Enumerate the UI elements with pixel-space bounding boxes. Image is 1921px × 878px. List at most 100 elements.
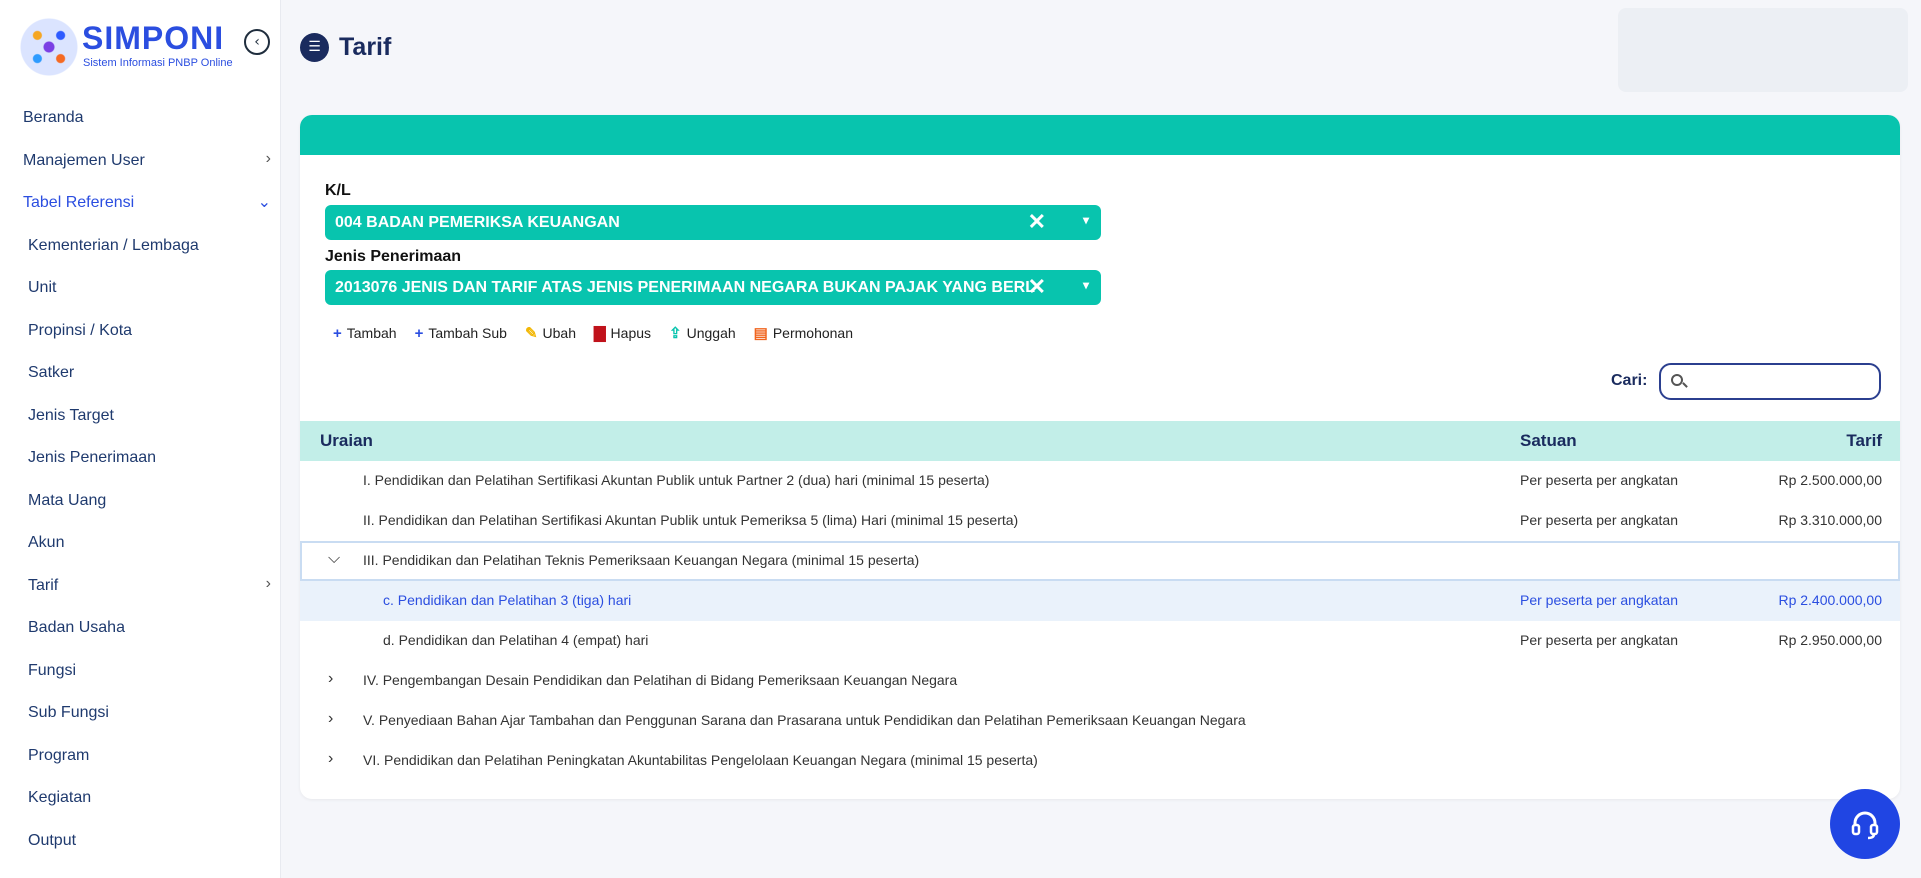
sidebar-item-beranda[interactable]: Beranda bbox=[0, 97, 280, 140]
list-icon: ☰ bbox=[300, 32, 329, 62]
tarif-card: K/L 004 BADAN PEMERIKSA KEUANGAN ✕ ▾ Jen… bbox=[300, 115, 1900, 799]
collapse-sidebar-icon[interactable]: ‹ bbox=[244, 29, 270, 55]
sidebar-item-mata-uang[interactable]: Mata Uang bbox=[0, 480, 280, 523]
sidebar-item-fungsi[interactable]: Fungsi bbox=[0, 650, 280, 693]
sidebar-item-akun[interactable]: Akun bbox=[0, 522, 280, 565]
chevron-down-icon[interactable]: ▾ bbox=[1083, 213, 1089, 227]
sidebar-item-label: Beranda bbox=[23, 109, 84, 127]
column-header-tarif: Tarif bbox=[1846, 431, 1882, 450]
upload-icon: ⇪ bbox=[669, 325, 682, 342]
sidebar-item-label: Satker bbox=[28, 364, 75, 382]
sidebar-nav: Beranda Manajemen User › Tabel Referensi ⌄… bbox=[0, 97, 280, 863]
chevron-right-icon: › bbox=[265, 574, 271, 592]
plus-icon: + bbox=[414, 324, 424, 342]
headset-icon bbox=[1851, 811, 1879, 840]
sidebar-item-badan-usaha[interactable]: Badan Usaha bbox=[0, 607, 280, 650]
chevron-right-icon: › bbox=[265, 149, 271, 167]
sidebar-item-label: Tarif bbox=[28, 576, 59, 594]
table-row-expanded[interactable]: ⌵ III. Pendidikan dan Pelatihan Teknis P… bbox=[300, 541, 1900, 581]
sidebar-item-label: Manajemen User bbox=[23, 151, 145, 169]
sidebar-item-label: Propinsi / Kota bbox=[28, 321, 133, 339]
table-row[interactable]: d. Pendidikan dan Pelatihan 4 (empat) ha… bbox=[300, 621, 1900, 661]
jenis-penerimaan-select-value: 2013076 JENIS DAN TARIF ATAS JENIS PENER… bbox=[335, 278, 1035, 296]
sidebar-item-satker[interactable]: Satker bbox=[0, 352, 280, 395]
row-tarif: Rp 2.400.000,00 bbox=[1778, 592, 1882, 608]
sidebar-item-kegiatan[interactable]: Kegiatan bbox=[0, 777, 280, 820]
search-label: Cari: bbox=[1611, 372, 1648, 389]
chevron-down-icon[interactable]: ▾ bbox=[1083, 278, 1089, 292]
sidebar-item-manajemen-user[interactable]: Manajemen User › bbox=[0, 140, 280, 183]
row-uraian: III. Pendidikan dan Pelatihan Teknis Pem… bbox=[363, 552, 920, 568]
plus-icon: + bbox=[333, 324, 342, 342]
row-uraian: I. Pendidikan dan Pelatihan Sertifikasi … bbox=[363, 472, 990, 488]
column-header-uraian: Uraian bbox=[320, 431, 373, 450]
row-tarif: Rp 2.500.000,00 bbox=[1778, 472, 1882, 488]
card-header-band bbox=[300, 115, 1900, 155]
permohonan-button[interactable]: ▤ Permohonan bbox=[754, 324, 853, 342]
sidebar-item-label: Sub Fungsi bbox=[28, 704, 109, 722]
row-tarif: Rp 2.950.000,00 bbox=[1778, 632, 1882, 648]
chevron-right-icon[interactable]: › bbox=[328, 670, 333, 688]
trash-icon: ▇ bbox=[594, 325, 606, 342]
sidebar-item-label: Kementerian / Lembaga bbox=[28, 236, 199, 254]
jenis-penerimaan-select[interactable]: 2013076 JENIS DAN TARIF ATAS JENIS PENER… bbox=[325, 270, 1101, 305]
sidebar-item-jenis-penerimaan[interactable]: Jenis Penerimaan bbox=[0, 437, 280, 480]
row-uraian: c. Pendidikan dan Pelatihan 3 (tiga) har… bbox=[383, 592, 632, 608]
row-satuan: Per peserta per angkatan bbox=[1520, 592, 1678, 608]
logo-mark-icon bbox=[20, 18, 78, 76]
clear-icon[interactable]: ✕ bbox=[1028, 276, 1046, 298]
sidebar-item-tabel-referensi[interactable]: Tabel Referensi ⌄ bbox=[0, 182, 280, 225]
sidebar-item-output[interactable]: Output bbox=[0, 820, 280, 863]
sidebar-item-label: Akun bbox=[28, 534, 65, 552]
sidebar: SIMPONI Sistem Informasi PNBP Online ‹ B… bbox=[0, 0, 281, 878]
kl-select-value: 004 BADAN PEMERIKSA KEUANGAN bbox=[335, 213, 620, 231]
table-row[interactable]: I. Pendidikan dan Pelatihan Sertifikasi … bbox=[300, 461, 1900, 501]
kl-select[interactable]: 004 BADAN PEMERIKSA KEUANGAN ✕ ▾ bbox=[325, 205, 1101, 240]
clear-icon[interactable]: ✕ bbox=[1028, 211, 1046, 233]
search-icon bbox=[1671, 373, 1688, 390]
tarif-table-body: I. Pendidikan dan Pelatihan Sertifikasi … bbox=[300, 461, 1900, 781]
chevron-right-icon[interactable]: › bbox=[328, 710, 333, 728]
sidebar-item-tarif[interactable]: Tarif › bbox=[0, 565, 280, 608]
jenis-penerimaan-label: Jenis Penerimaan bbox=[325, 248, 462, 265]
sidebar-item-program[interactable]: Program bbox=[0, 735, 280, 778]
chevron-down-icon[interactable]: ⌵ bbox=[328, 550, 340, 568]
sidebar-item-label: Fungsi bbox=[28, 661, 77, 679]
row-tarif: Rp 3.310.000,00 bbox=[1778, 512, 1882, 528]
ubah-button[interactable]: ✎ Ubah bbox=[525, 324, 576, 342]
tambah-label: Tambah bbox=[346, 325, 397, 341]
simponi-logo[interactable]: SIMPONI Sistem Informasi PNBP Online bbox=[20, 18, 235, 78]
table-row[interactable]: › IV. Pengembangan Desain Pendidikan dan… bbox=[300, 661, 1900, 701]
sidebar-item-label: Jenis Target bbox=[28, 406, 114, 424]
logo-title: SIMPONI bbox=[82, 20, 225, 56]
chevron-right-icon[interactable]: › bbox=[328, 750, 333, 768]
row-uraian: II. Pendidikan dan Pelatihan Sertifikasi… bbox=[363, 512, 1019, 528]
page-title: Tarif bbox=[339, 32, 392, 61]
table-row[interactable]: II. Pendidikan dan Pelatihan Sertifikasi… bbox=[300, 501, 1900, 541]
kl-label: K/L bbox=[325, 182, 351, 199]
customer-support-button[interactable] bbox=[1830, 789, 1900, 859]
table-row-selected[interactable]: c. Pendidikan dan Pelatihan 3 (tiga) har… bbox=[300, 581, 1900, 621]
sidebar-item-propinsi-kota[interactable]: Propinsi / Kota bbox=[0, 310, 280, 353]
sidebar-item-sub-fungsi[interactable]: Sub Fungsi bbox=[0, 692, 280, 735]
table-row[interactable]: › V. Penyediaan Bahan Ajar Tambahan dan … bbox=[300, 701, 1900, 741]
tambah-sub-button[interactable]: + Tambah Sub bbox=[415, 324, 507, 342]
column-header-satuan: Satuan bbox=[1520, 431, 1577, 450]
tambah-sub-label: Tambah Sub bbox=[428, 325, 507, 341]
sidebar-item-label: Mata Uang bbox=[28, 491, 107, 509]
sidebar-item-label: Jenis Penerimaan bbox=[28, 449, 157, 467]
chevron-down-icon: ⌄ bbox=[257, 194, 271, 211]
sidebar-item-unit[interactable]: Unit bbox=[0, 267, 280, 310]
tambah-button[interactable]: + Tambah bbox=[333, 324, 397, 342]
search-box[interactable] bbox=[1659, 363, 1881, 400]
search-input[interactable] bbox=[1695, 373, 1865, 390]
sidebar-item-jenis-target[interactable]: Jenis Target bbox=[0, 395, 280, 438]
sidebar-item-label: Tabel Referensi bbox=[23, 194, 135, 212]
sidebar-item-label: Unit bbox=[28, 279, 57, 297]
permohonan-label: Permohonan bbox=[772, 325, 853, 341]
table-row[interactable]: › VI. Pendidikan dan Pelatihan Peningkat… bbox=[300, 741, 1900, 781]
unggah-button[interactable]: ⇪ Unggah bbox=[669, 324, 736, 342]
sidebar-item-kementerian-lembaga[interactable]: Kementerian / Lembaga bbox=[0, 225, 280, 268]
row-uraian: V. Penyediaan Bahan Ajar Tambahan dan Pe… bbox=[363, 712, 1246, 728]
hapus-button[interactable]: ▇ Hapus bbox=[594, 324, 651, 342]
